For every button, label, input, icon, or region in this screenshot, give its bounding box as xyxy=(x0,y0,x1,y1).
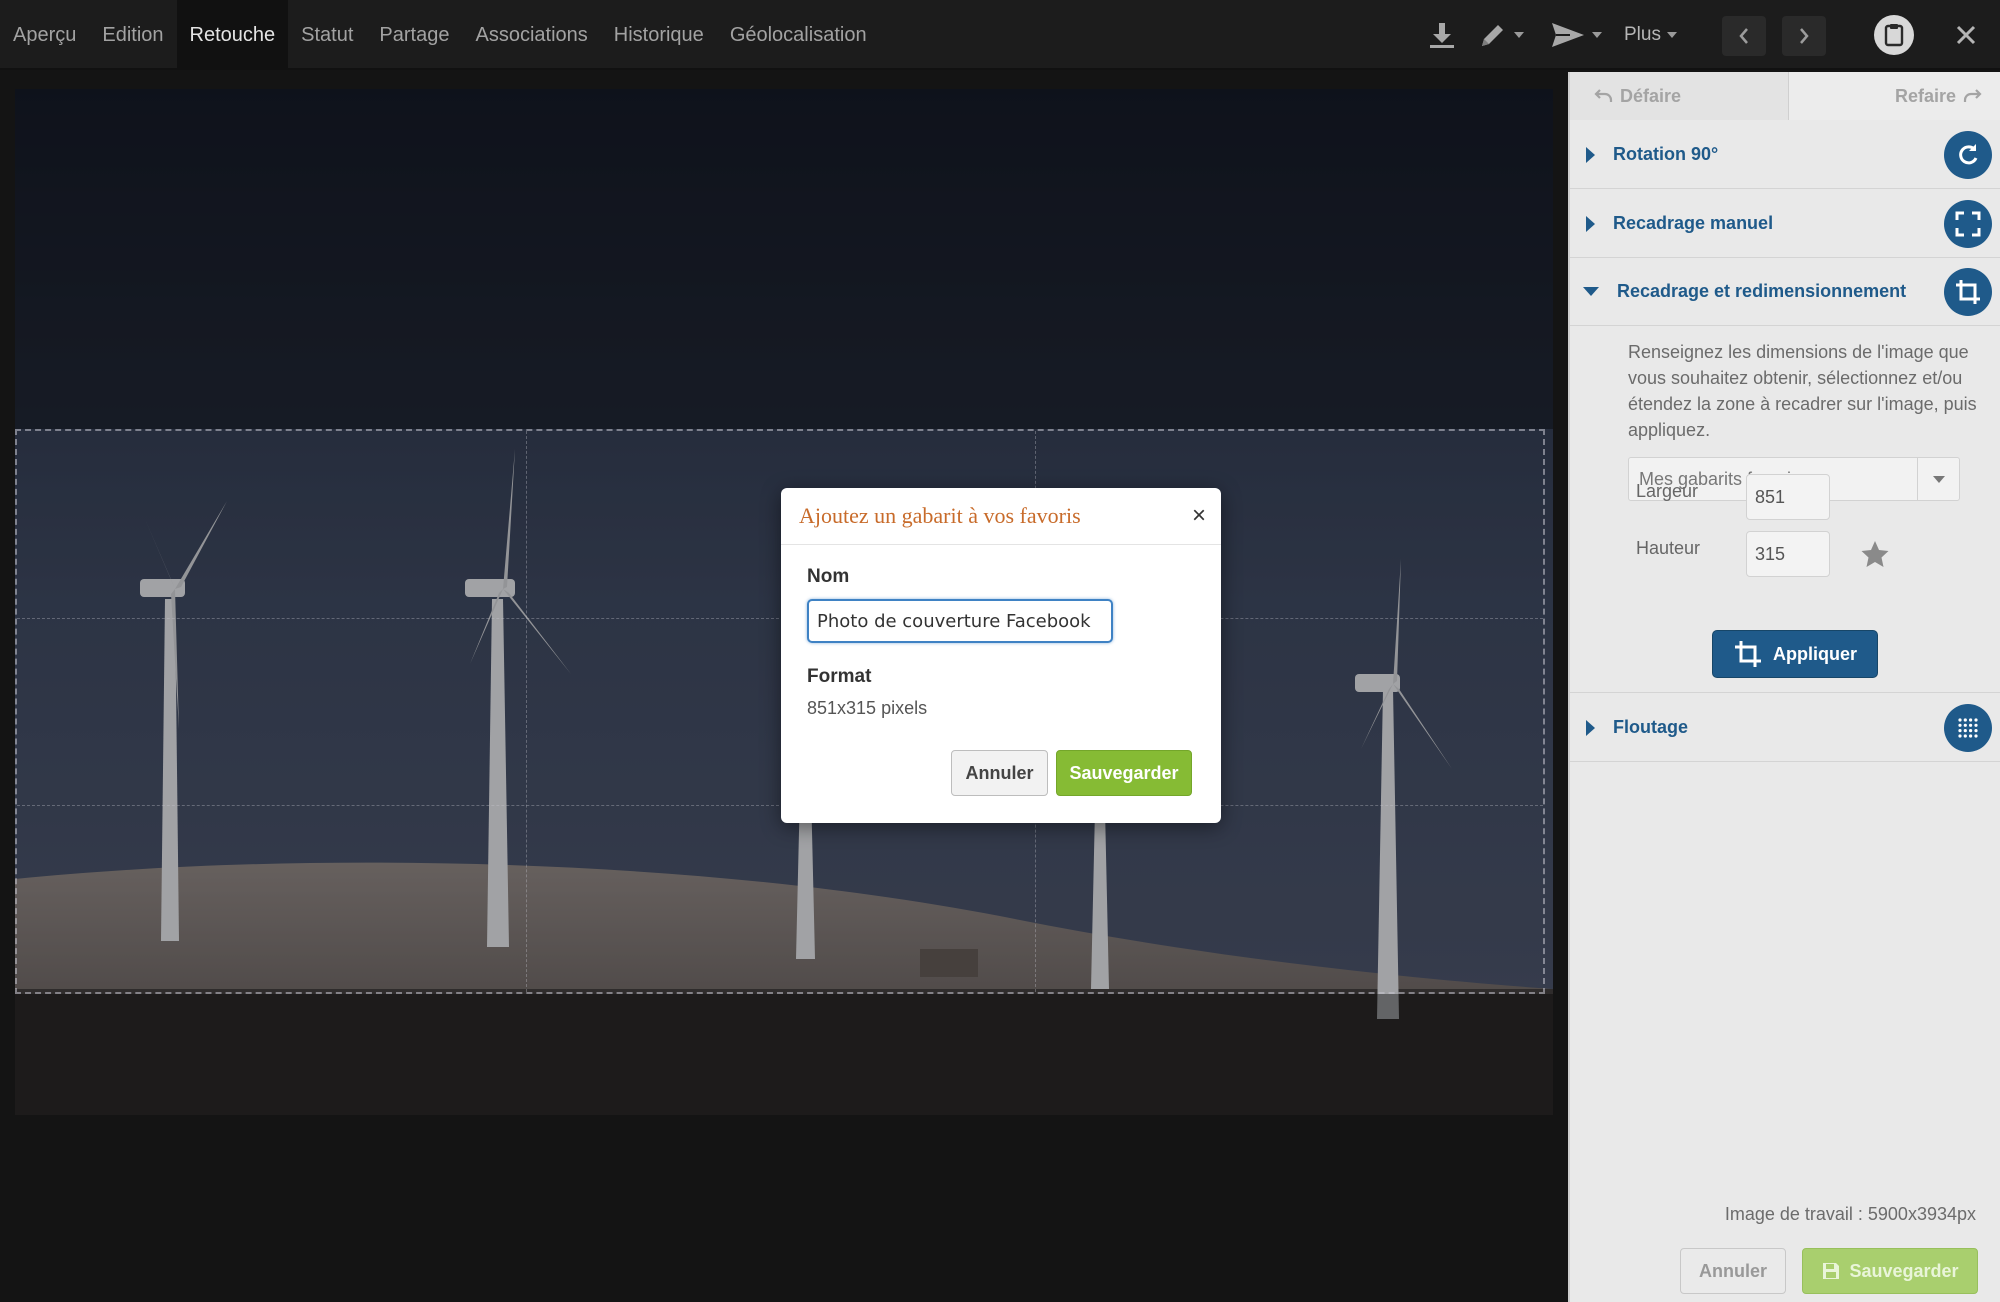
add-favorite-template-dialog: Ajoutez un gabarit à vos favoris × Nom F… xyxy=(781,488,1221,823)
plus-menu-button[interactable]: Plus xyxy=(1624,0,1677,70)
section-rotation[interactable]: Rotation 90° xyxy=(1570,121,2000,189)
crop-shade-bottom xyxy=(15,994,1553,1115)
crop-resize-content: Renseignez les dimensions de l'image que… xyxy=(1570,325,2000,693)
edit-menu-button[interactable] xyxy=(1478,0,1524,70)
width-input[interactable] xyxy=(1746,474,1830,520)
crop-grid-line xyxy=(17,805,1543,806)
section-manual-crop[interactable]: Recadrage manuel xyxy=(1570,190,2000,258)
tab-apercu[interactable]: Aperçu xyxy=(0,0,89,70)
caret-right-icon xyxy=(1586,215,1595,232)
panel-save-label: Sauvegarder xyxy=(1849,1260,1959,1281)
close-button[interactable] xyxy=(1954,0,1978,70)
crop-grid-line xyxy=(526,431,527,992)
redo-button[interactable]: Refaire xyxy=(1788,72,2000,120)
tab-retouche[interactable]: Retouche xyxy=(176,0,289,70)
favorite-star-icon[interactable] xyxy=(1860,539,1890,569)
chevron-down-icon xyxy=(1514,32,1524,38)
send-icon xyxy=(1552,23,1584,47)
expand-icon xyxy=(1944,199,1992,248)
crop-icon xyxy=(1944,267,1992,316)
chevron-down-icon xyxy=(1666,32,1677,38)
redo-label: Refaire xyxy=(1894,85,1956,106)
caret-right-icon xyxy=(1586,146,1595,163)
grid-dots-icon xyxy=(1944,703,1992,752)
height-input[interactable] xyxy=(1746,531,1830,577)
floppy-icon xyxy=(1823,1263,1840,1279)
dialog-header: Ajoutez un gabarit à vos favoris × xyxy=(781,488,1221,545)
close-icon xyxy=(1956,25,1976,45)
chevron-down-icon xyxy=(1592,32,1602,38)
undo-icon xyxy=(1594,89,1613,102)
undo-button[interactable]: Défaire xyxy=(1570,72,1789,120)
dialog-save-button[interactable]: Sauvegarder xyxy=(1056,750,1192,796)
panel-save-button[interactable]: Sauvegarder xyxy=(1802,1248,1978,1294)
crop-grid-line xyxy=(17,618,1543,619)
dialog-close-button[interactable]: × xyxy=(1177,502,1221,530)
format-label: Format xyxy=(807,666,872,687)
section-blur[interactable]: Floutage xyxy=(1570,694,2000,762)
crop-icon xyxy=(1735,641,1761,667)
template-name-input[interactable] xyxy=(807,599,1113,643)
rotate-icon xyxy=(1944,130,1992,179)
section-rotation-label: Rotation 90° xyxy=(1613,144,1719,164)
tab-edition[interactable]: Edition xyxy=(89,0,176,70)
previous-button[interactable] xyxy=(1722,16,1766,56)
tab-geolocalisation[interactable]: Géolocalisation xyxy=(717,0,880,70)
caret-down-icon xyxy=(1583,287,1599,296)
chevron-left-icon xyxy=(1739,28,1748,44)
next-button[interactable] xyxy=(1782,16,1826,56)
tab-statut[interactable]: Statut xyxy=(288,0,366,70)
crop-shade-top xyxy=(15,89,1553,429)
tab-associations[interactable]: Associations xyxy=(462,0,600,70)
clipboard-icon xyxy=(1884,24,1904,47)
main-tabs: Aperçu Edition Retouche Statut Partage A… xyxy=(0,0,880,70)
panel-cancel-button[interactable]: Annuler xyxy=(1680,1248,1786,1294)
dialog-title: Ajoutez un gabarit à vos favoris xyxy=(799,503,1081,528)
section-crop-resize-label: Recadrage et redimensionnement xyxy=(1617,281,1907,301)
tab-partage[interactable]: Partage xyxy=(366,0,462,70)
plus-label: Plus xyxy=(1624,24,1661,45)
undo-redo-bar: Défaire Refaire xyxy=(1570,72,2000,120)
download-icon xyxy=(1430,23,1454,48)
format-value: 851x315 pixels xyxy=(807,698,928,718)
chevron-right-icon xyxy=(1800,28,1809,44)
redo-icon xyxy=(1963,89,1982,102)
undo-label: Défaire xyxy=(1620,85,1682,106)
share-menu-button[interactable] xyxy=(1550,0,1602,70)
caret-right-icon xyxy=(1586,719,1595,736)
top-toolbar: Aperçu Edition Retouche Statut Partage A… xyxy=(0,0,2000,70)
retouch-panel: Défaire Refaire Rotation 90° Recadrage m… xyxy=(1568,72,2000,1302)
crop-description: Renseignez les dimensions de l'image que… xyxy=(1628,342,1977,440)
apply-label: Appliquer xyxy=(1773,643,1857,664)
section-crop-resize[interactable]: Recadrage et redimensionnement xyxy=(1570,258,2000,326)
apply-button[interactable]: Appliquer xyxy=(1712,630,1878,678)
section-blur-label: Floutage xyxy=(1613,717,1688,737)
download-button[interactable] xyxy=(1428,0,1456,70)
pencil-icon xyxy=(1482,25,1503,46)
width-label: Largeur xyxy=(1636,481,1699,501)
chevron-down-icon xyxy=(1917,458,1959,500)
clipboard-button[interactable] xyxy=(1874,15,1914,55)
height-label: Hauteur xyxy=(1636,538,1701,558)
dialog-cancel-button[interactable]: Annuler xyxy=(951,750,1048,796)
section-manual-crop-label: Recadrage manuel xyxy=(1613,213,1774,233)
crop-selection[interactable] xyxy=(15,429,1545,994)
tab-historique[interactable]: Historique xyxy=(601,0,717,70)
name-label: Nom xyxy=(807,566,850,587)
work-image-info: Image de travail : 5900x3934px xyxy=(1724,1204,1976,1224)
